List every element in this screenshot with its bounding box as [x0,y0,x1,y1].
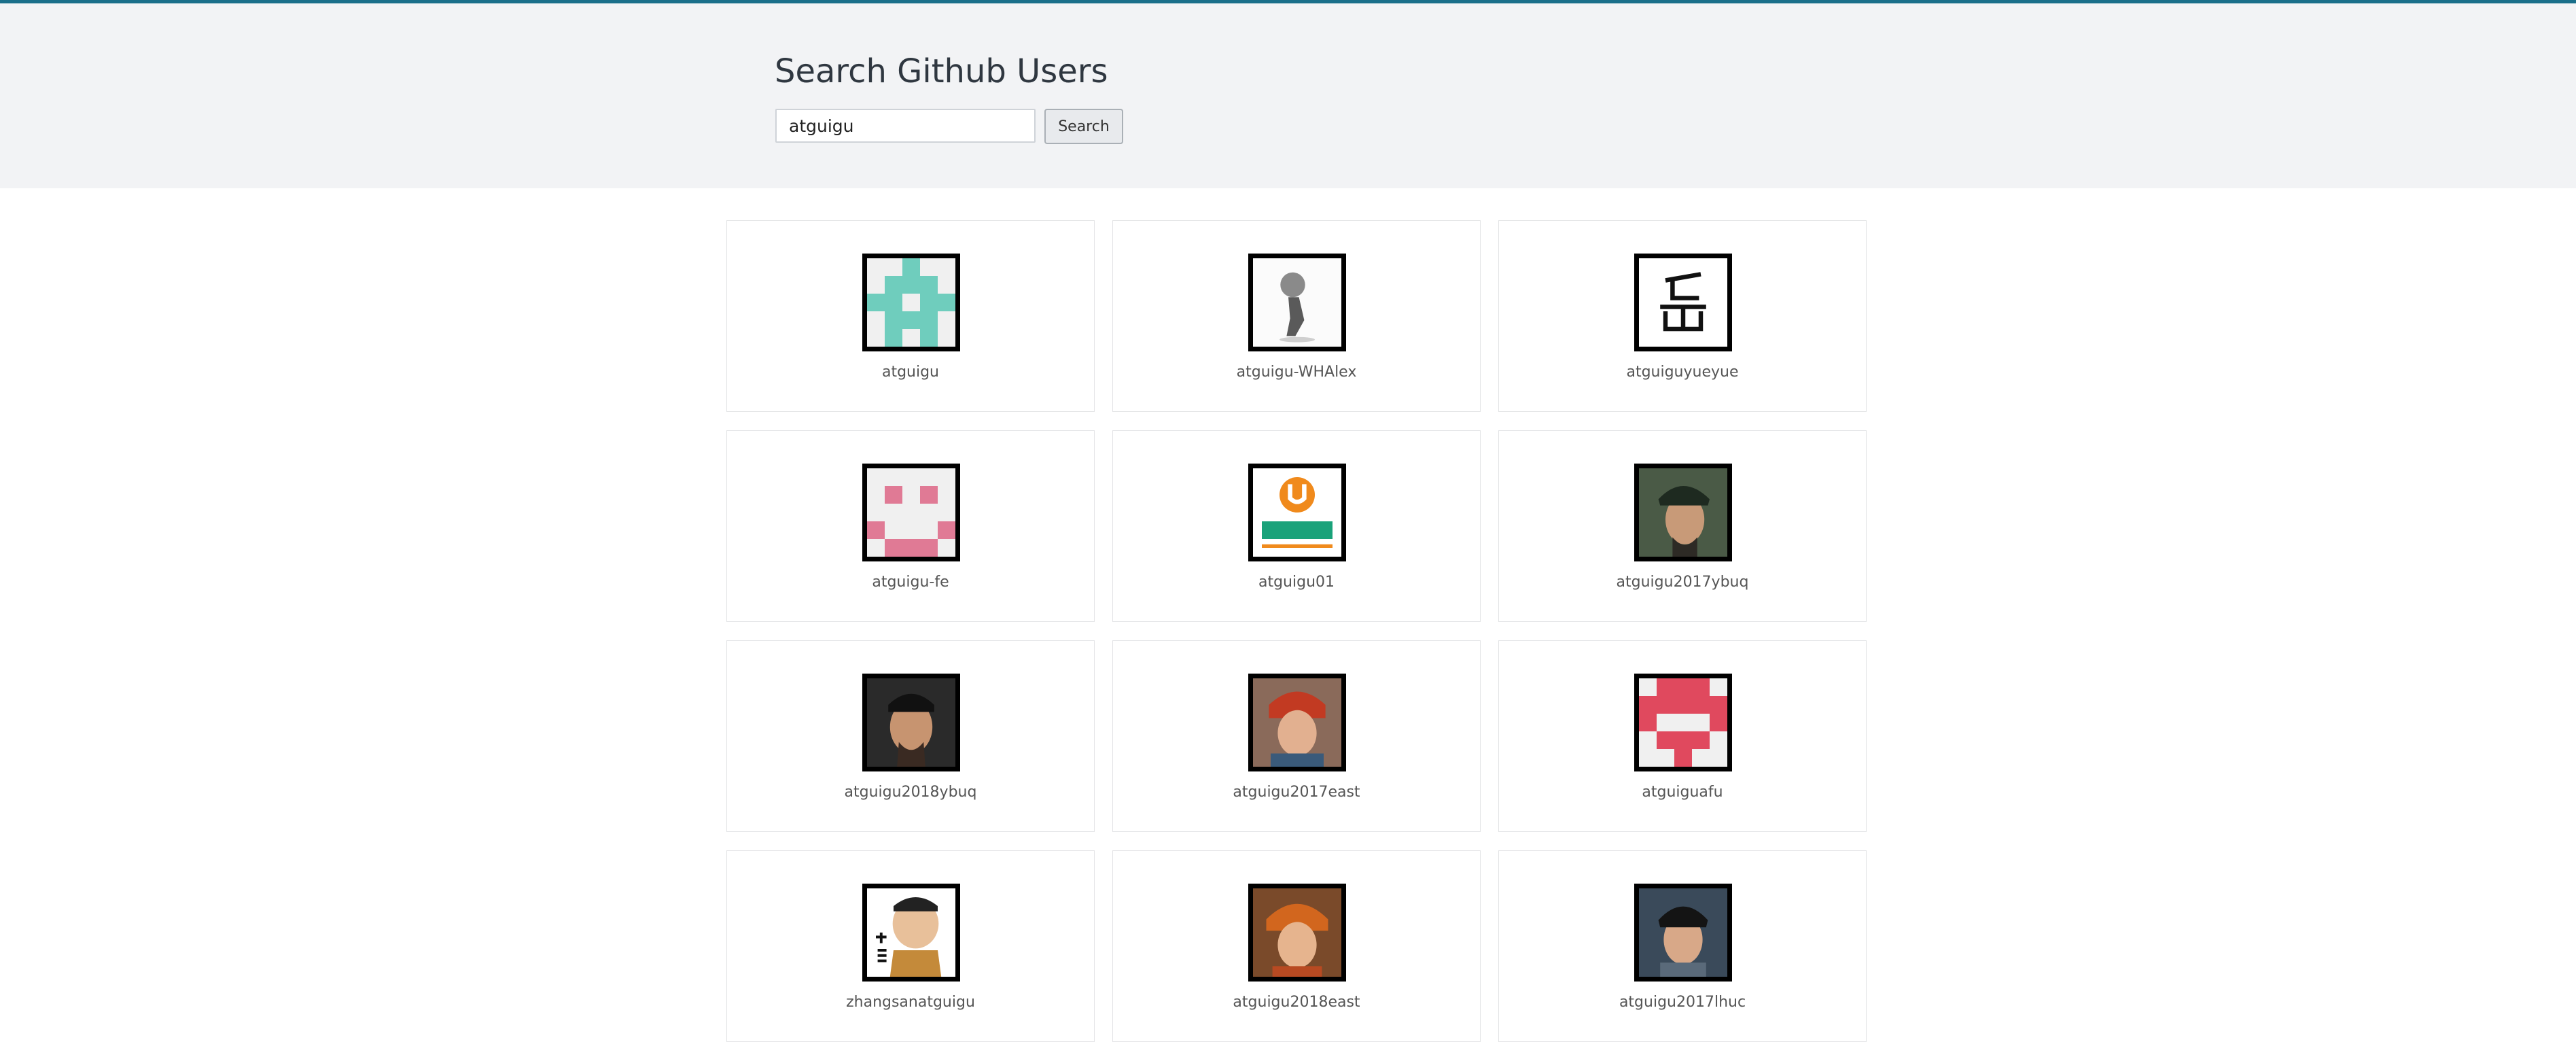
user-login[interactable]: atguiguafu [1499,784,1866,801]
user-card[interactable]: atguigu2017east [1112,640,1481,832]
user-card[interactable]: atguigu2018east [1112,850,1481,1042]
user-login[interactable]: atguigu2017east [1113,784,1480,801]
search-button[interactable]: Search [1044,109,1123,144]
avatar-icon[interactable] [1248,464,1346,561]
user-login[interactable]: atguigu [727,364,1094,381]
avatar-icon[interactable] [1634,254,1732,351]
avatar-icon[interactable] [1634,464,1732,561]
user-login[interactable]: atguigu2018east [1113,994,1480,1011]
user-card[interactable]: atguigu-WHAlex [1112,220,1481,412]
user-card[interactable]: zhangsanatguigu [726,850,1095,1042]
avatar-icon[interactable] [1634,884,1732,982]
avatar-icon[interactable] [862,674,960,771]
avatar-icon[interactable] [862,254,960,351]
user-login[interactable]: atguiguyueyue [1499,364,1866,381]
user-card[interactable]: atguigu-fe [726,430,1095,622]
avatar-icon[interactable] [1634,674,1732,771]
user-login[interactable]: zhangsanatguigu [727,994,1094,1011]
search-input[interactable] [775,109,1036,143]
page-title: Search Github Users [775,52,1108,90]
user-login[interactable]: atguigu2018ybuq [727,784,1094,801]
user-login[interactable]: atguigu-WHAlex [1113,364,1480,381]
user-card[interactable]: atguiguyueyue [1498,220,1867,412]
user-card[interactable]: atguiguafu [1498,640,1867,832]
avatar-icon[interactable] [862,884,960,982]
search-header: Search Github Users Search [0,3,2576,188]
avatar-icon[interactable] [1248,254,1346,351]
user-card[interactable]: atguigu [726,220,1095,412]
avatar-icon[interactable] [1248,884,1346,982]
user-card[interactable]: atguigu2018ybuq [726,640,1095,832]
user-login[interactable]: atguigu-fe [727,574,1094,591]
user-login[interactable]: atguigu2017lhuc [1499,994,1866,1011]
avatar-icon[interactable] [862,464,960,561]
user-card[interactable]: atguigu2017ybuq [1498,430,1867,622]
user-login[interactable]: atguigu2017ybuq [1499,574,1866,591]
avatar-icon[interactable] [1248,674,1346,771]
user-card[interactable]: atguigu01 [1112,430,1481,622]
user-login[interactable]: atguigu01 [1113,574,1480,591]
user-card[interactable]: atguigu2017lhuc [1498,850,1867,1042]
